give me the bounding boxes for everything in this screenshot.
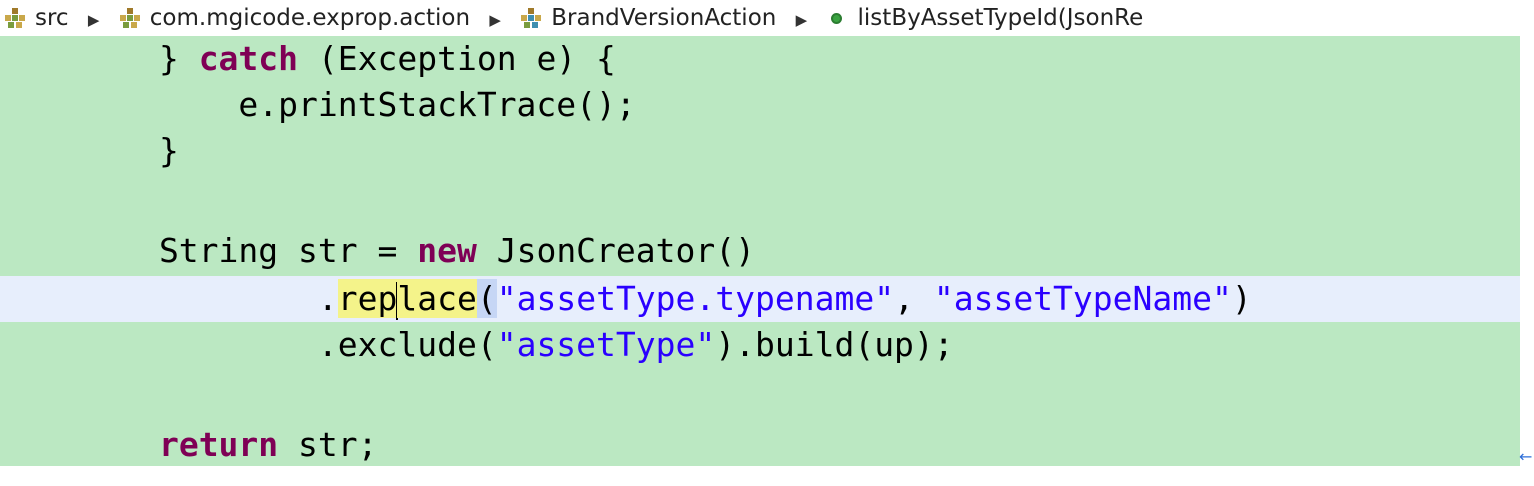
string-literal: "assetType" (496, 325, 716, 364)
breadcrumb-item-package[interactable]: com.mgicode.exprop.action (119, 0, 470, 36)
public-method-icon (830, 12, 842, 24)
string-literal: "assetTypeName" (933, 279, 1232, 318)
code-text: .exclude( (0, 325, 497, 364)
package-folder-icon (4, 7, 28, 29)
breadcrumb-item-src[interactable]: src (4, 0, 69, 36)
occurrence-highlight: rep (337, 279, 398, 318)
code-text: } (0, 39, 199, 78)
breadcrumb-label: listByAssetTypeId(JsonRe (857, 5, 1144, 31)
bracket-highlight: ( (476, 279, 497, 318)
breadcrumb-label: src (35, 5, 69, 31)
code-line-2: e.printStackTrace(); (0, 82, 1520, 128)
code-editor[interactable]: } catch (Exception e) { e.printStackTrac… (0, 36, 1520, 466)
code-text: str; (278, 425, 378, 464)
string-literal: "assetType.typename" (496, 279, 895, 318)
breadcrumb-separator: ▶ (87, 11, 100, 29)
keyword: return (158, 425, 279, 464)
code-text: (Exception e) { (298, 39, 616, 78)
breadcrumb-label: BrandVersionAction (551, 5, 777, 31)
code-line-3: } (0, 128, 1520, 174)
breadcrumb-separator: ▶ (489, 11, 501, 29)
code-text: String str = (0, 231, 418, 270)
overview-marker-arrow-icon[interactable]: ← (1519, 449, 1533, 465)
class-icon (520, 7, 544, 29)
package-icon (119, 7, 143, 29)
breadcrumb: src ▶ com.mgicode.exprop.action ▶ BrandV… (0, 0, 1534, 36)
code-text: ) (1231, 279, 1252, 318)
breadcrumb-label: com.mgicode.exprop.action (149, 5, 471, 31)
keyword: catch (198, 39, 299, 78)
editor-bottom-strip (0, 466, 1534, 486)
occurrence-highlight: lace (397, 279, 477, 318)
breadcrumb-item-method[interactable]: listByAssetTypeId(JsonRe (827, 0, 1144, 36)
code-text: e.printStackTrace(); (0, 85, 636, 124)
breadcrumb-item-class[interactable]: BrandVersionAction (520, 0, 776, 36)
code-text: . (0, 279, 338, 318)
code-text: ).build(up); (715, 325, 954, 364)
code-line-5: String str = new JsonCreator() (0, 228, 1520, 274)
code-text: , (894, 279, 934, 318)
breadcrumb-separator: ▶ (795, 11, 808, 29)
code-line-9: return str; (0, 422, 1520, 466)
code-line-1: } catch (Exception e) { (0, 36, 1520, 82)
code-text: } (0, 131, 179, 170)
overview-ruler[interactable] (1520, 36, 1534, 466)
keyword: new (417, 231, 477, 270)
code-text: JsonCreator() (476, 231, 755, 270)
code-line-7: .exclude("assetType").build(up); (0, 322, 1520, 368)
code-line-6-current: .replace("assetType.typename", "assetTyp… (0, 276, 1520, 322)
